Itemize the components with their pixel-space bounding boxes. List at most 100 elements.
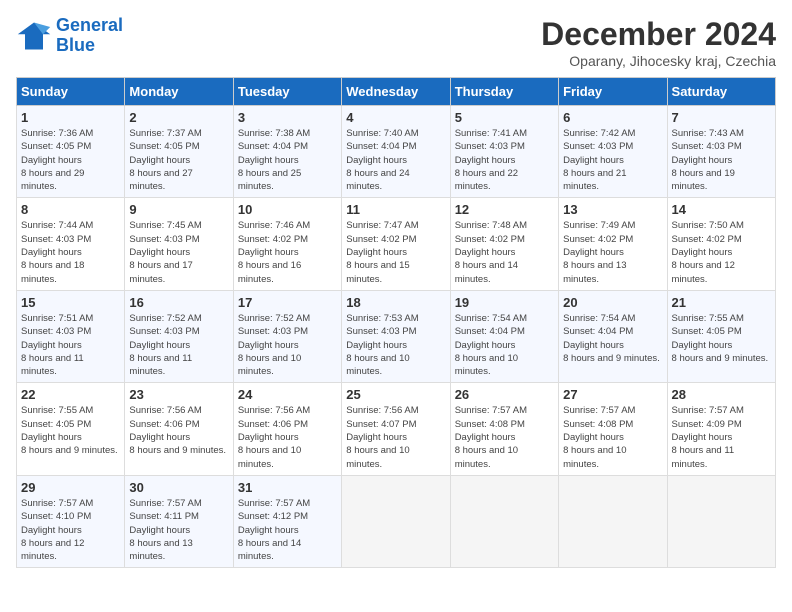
- month-title: December 2024: [541, 16, 776, 53]
- day-number: 16: [129, 295, 228, 310]
- day-info: Sunrise: 7:41 AM Sunset: 4:03 PM Dayligh…: [455, 127, 554, 193]
- day-number: 23: [129, 387, 228, 402]
- day-number: 24: [238, 387, 337, 402]
- day-number: 25: [346, 387, 445, 402]
- col-monday: Monday: [125, 78, 233, 106]
- calendar-cell: 26 Sunrise: 7:57 AM Sunset: 4:08 PM Dayl…: [450, 383, 558, 475]
- day-number: 11: [346, 202, 445, 217]
- day-number: 7: [672, 110, 771, 125]
- logo: General Blue: [16, 16, 123, 56]
- day-number: 29: [21, 480, 120, 495]
- day-number: 9: [129, 202, 228, 217]
- logo-icon: [16, 18, 52, 54]
- calendar-cell: 15 Sunrise: 7:51 AM Sunset: 4:03 PM Dayl…: [17, 290, 125, 382]
- day-number: 31: [238, 480, 337, 495]
- calendar-cell: 19 Sunrise: 7:54 AM Sunset: 4:04 PM Dayl…: [450, 290, 558, 382]
- day-info: Sunrise: 7:53 AM Sunset: 4:03 PM Dayligh…: [346, 312, 445, 378]
- col-thursday: Thursday: [450, 78, 558, 106]
- day-number: 22: [21, 387, 120, 402]
- calendar-cell: 18 Sunrise: 7:53 AM Sunset: 4:03 PM Dayl…: [342, 290, 450, 382]
- calendar-cell: 12 Sunrise: 7:48 AM Sunset: 4:02 PM Dayl…: [450, 198, 558, 290]
- day-info: Sunrise: 7:50 AM Sunset: 4:02 PM Dayligh…: [672, 219, 771, 285]
- logo-text: General Blue: [56, 16, 123, 56]
- calendar-cell: 11 Sunrise: 7:47 AM Sunset: 4:02 PM Dayl…: [342, 198, 450, 290]
- calendar-cell: 20 Sunrise: 7:54 AM Sunset: 4:04 PM Dayl…: [559, 290, 667, 382]
- calendar-cell: 1 Sunrise: 7:36 AM Sunset: 4:05 PM Dayli…: [17, 106, 125, 198]
- day-number: 10: [238, 202, 337, 217]
- calendar-cell: 24 Sunrise: 7:56 AM Sunset: 4:06 PM Dayl…: [233, 383, 341, 475]
- day-info: Sunrise: 7:57 AM Sunset: 4:11 PM Dayligh…: [129, 497, 228, 563]
- calendar-cell: 6 Sunrise: 7:42 AM Sunset: 4:03 PM Dayli…: [559, 106, 667, 198]
- calendar-cell: 13 Sunrise: 7:49 AM Sunset: 4:02 PM Dayl…: [559, 198, 667, 290]
- day-info: Sunrise: 7:55 AM Sunset: 4:05 PM Dayligh…: [672, 312, 771, 365]
- col-wednesday: Wednesday: [342, 78, 450, 106]
- day-number: 5: [455, 110, 554, 125]
- day-number: 2: [129, 110, 228, 125]
- day-number: 30: [129, 480, 228, 495]
- day-number: 4: [346, 110, 445, 125]
- calendar-cell: 2 Sunrise: 7:37 AM Sunset: 4:05 PM Dayli…: [125, 106, 233, 198]
- col-friday: Friday: [559, 78, 667, 106]
- calendar-cell: 25 Sunrise: 7:56 AM Sunset: 4:07 PM Dayl…: [342, 383, 450, 475]
- day-info: Sunrise: 7:57 AM Sunset: 4:08 PM Dayligh…: [455, 404, 554, 470]
- calendar-cell: 9 Sunrise: 7:45 AM Sunset: 4:03 PM Dayli…: [125, 198, 233, 290]
- day-info: Sunrise: 7:54 AM Sunset: 4:04 PM Dayligh…: [455, 312, 554, 378]
- day-number: 12: [455, 202, 554, 217]
- calendar-cell: [667, 475, 775, 567]
- calendar-cell: 14 Sunrise: 7:50 AM Sunset: 4:02 PM Dayl…: [667, 198, 775, 290]
- calendar-cell: 28 Sunrise: 7:57 AM Sunset: 4:09 PM Dayl…: [667, 383, 775, 475]
- day-info: Sunrise: 7:56 AM Sunset: 4:06 PM Dayligh…: [238, 404, 337, 470]
- day-info: Sunrise: 7:36 AM Sunset: 4:05 PM Dayligh…: [21, 127, 120, 193]
- day-info: Sunrise: 7:51 AM Sunset: 4:03 PM Dayligh…: [21, 312, 120, 378]
- day-info: Sunrise: 7:57 AM Sunset: 4:09 PM Dayligh…: [672, 404, 771, 470]
- calendar-cell: 22 Sunrise: 7:55 AM Sunset: 4:05 PM Dayl…: [17, 383, 125, 475]
- calendar-cell: 7 Sunrise: 7:43 AM Sunset: 4:03 PM Dayli…: [667, 106, 775, 198]
- calendar-cell: [559, 475, 667, 567]
- day-number: 17: [238, 295, 337, 310]
- day-number: 1: [21, 110, 120, 125]
- calendar-cell: [450, 475, 558, 567]
- day-info: Sunrise: 7:43 AM Sunset: 4:03 PM Dayligh…: [672, 127, 771, 193]
- day-info: Sunrise: 7:57 AM Sunset: 4:08 PM Dayligh…: [563, 404, 662, 470]
- day-info: Sunrise: 7:52 AM Sunset: 4:03 PM Dayligh…: [238, 312, 337, 378]
- calendar-table: Sunday Monday Tuesday Wednesday Thursday…: [16, 77, 776, 568]
- col-tuesday: Tuesday: [233, 78, 341, 106]
- day-info: Sunrise: 7:54 AM Sunset: 4:04 PM Dayligh…: [563, 312, 662, 365]
- col-saturday: Saturday: [667, 78, 775, 106]
- day-number: 3: [238, 110, 337, 125]
- calendar-cell: [342, 475, 450, 567]
- day-info: Sunrise: 7:49 AM Sunset: 4:02 PM Dayligh…: [563, 219, 662, 285]
- calendar-cell: 29 Sunrise: 7:57 AM Sunset: 4:10 PM Dayl…: [17, 475, 125, 567]
- calendar-cell: 3 Sunrise: 7:38 AM Sunset: 4:04 PM Dayli…: [233, 106, 341, 198]
- calendar-cell: 27 Sunrise: 7:57 AM Sunset: 4:08 PM Dayl…: [559, 383, 667, 475]
- calendar-cell: 4 Sunrise: 7:40 AM Sunset: 4:04 PM Dayli…: [342, 106, 450, 198]
- day-number: 21: [672, 295, 771, 310]
- col-sunday: Sunday: [17, 78, 125, 106]
- day-number: 20: [563, 295, 662, 310]
- day-info: Sunrise: 7:38 AM Sunset: 4:04 PM Dayligh…: [238, 127, 337, 193]
- day-info: Sunrise: 7:57 AM Sunset: 4:12 PM Dayligh…: [238, 497, 337, 563]
- day-info: Sunrise: 7:45 AM Sunset: 4:03 PM Dayligh…: [129, 219, 228, 285]
- day-number: 27: [563, 387, 662, 402]
- day-info: Sunrise: 7:56 AM Sunset: 4:07 PM Dayligh…: [346, 404, 445, 470]
- day-info: Sunrise: 7:48 AM Sunset: 4:02 PM Dayligh…: [455, 219, 554, 285]
- day-info: Sunrise: 7:47 AM Sunset: 4:02 PM Dayligh…: [346, 219, 445, 285]
- day-info: Sunrise: 7:42 AM Sunset: 4:03 PM Dayligh…: [563, 127, 662, 193]
- calendar-cell: 10 Sunrise: 7:46 AM Sunset: 4:02 PM Dayl…: [233, 198, 341, 290]
- day-number: 6: [563, 110, 662, 125]
- day-info: Sunrise: 7:55 AM Sunset: 4:05 PM Dayligh…: [21, 404, 120, 457]
- page-header: General Blue December 2024 Oparany, Jiho…: [16, 16, 776, 69]
- calendar-cell: 31 Sunrise: 7:57 AM Sunset: 4:12 PM Dayl…: [233, 475, 341, 567]
- calendar-cell: 8 Sunrise: 7:44 AM Sunset: 4:03 PM Dayli…: [17, 198, 125, 290]
- day-number: 18: [346, 295, 445, 310]
- title-block: December 2024 Oparany, Jihocesky kraj, C…: [541, 16, 776, 69]
- day-number: 26: [455, 387, 554, 402]
- day-number: 15: [21, 295, 120, 310]
- day-info: Sunrise: 7:46 AM Sunset: 4:02 PM Dayligh…: [238, 219, 337, 285]
- day-info: Sunrise: 7:37 AM Sunset: 4:05 PM Dayligh…: [129, 127, 228, 193]
- day-info: Sunrise: 7:40 AM Sunset: 4:04 PM Dayligh…: [346, 127, 445, 193]
- calendar-cell: 21 Sunrise: 7:55 AM Sunset: 4:05 PM Dayl…: [667, 290, 775, 382]
- calendar-cell: 17 Sunrise: 7:52 AM Sunset: 4:03 PM Dayl…: [233, 290, 341, 382]
- day-number: 19: [455, 295, 554, 310]
- calendar-cell: 5 Sunrise: 7:41 AM Sunset: 4:03 PM Dayli…: [450, 106, 558, 198]
